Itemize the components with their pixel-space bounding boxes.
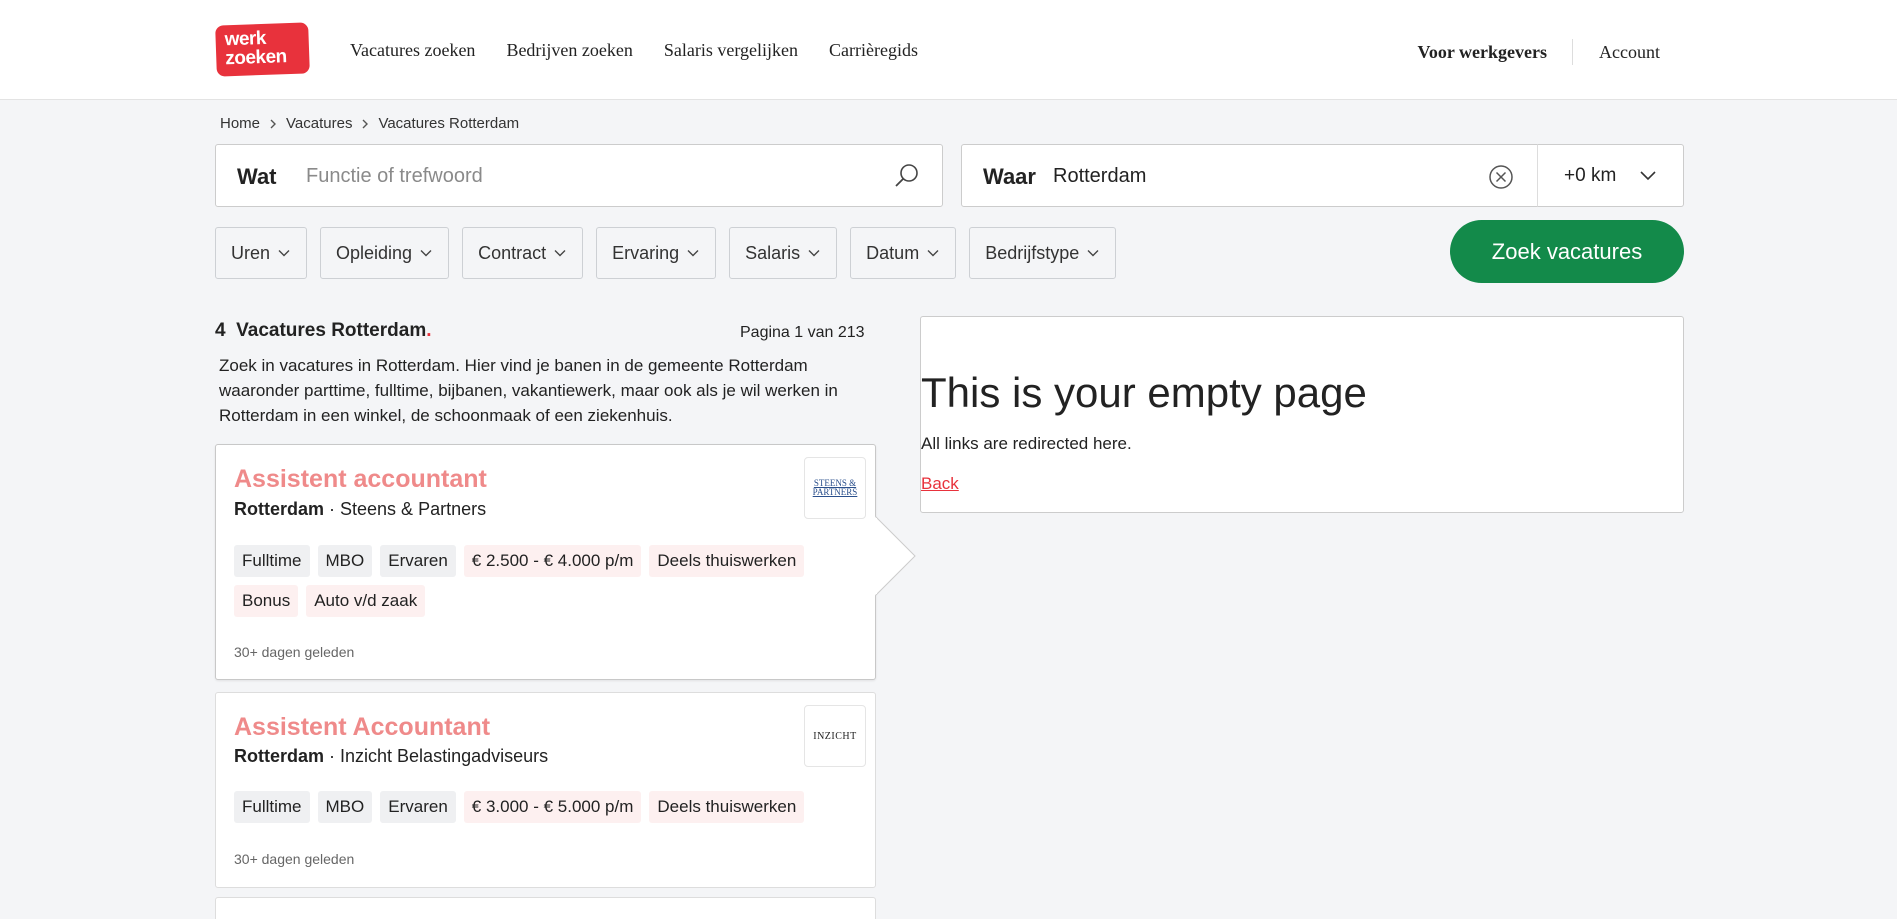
job-detail-panel: This is your empty page All links are re… — [920, 316, 1684, 513]
filter-datum[interactable]: Datum — [850, 227, 957, 279]
company-logo-text: INZICHT — [813, 730, 857, 742]
job-posted-date: 30+ dagen geleden — [234, 851, 355, 867]
filter-contract[interactable]: Contract — [462, 227, 584, 279]
page-info: Pagina 1 van 213 — [740, 324, 865, 341]
search-where-box: Waar — [961, 144, 1538, 207]
empty-page-title: This is your empty page — [921, 369, 1367, 416]
voor-werkgevers-link[interactable]: Voor werkgevers — [1418, 42, 1572, 63]
job-company: Inzicht Belastingadviseurs — [340, 746, 549, 766]
nav-bedrijven-zoeken[interactable]: Bedrijven zoeken — [506, 40, 632, 61]
filter-label: Contract — [478, 242, 547, 263]
tag: MBO — [317, 791, 373, 823]
account-link[interactable]: Account — [1599, 42, 1660, 63]
company-logo-text: STEENS & PARTNERS — [812, 478, 858, 497]
tag: Deels thuiswerken — [649, 791, 805, 823]
filter-label: Salaris — [745, 242, 801, 263]
chevron-right-icon — [270, 119, 277, 128]
results-intro: Zoek in vacatures in Rotterdam. Hier vin… — [219, 356, 838, 425]
job-card[interactable]: Assistent Accountant Rotterdam · Inzicht… — [215, 692, 876, 888]
site-header: werk zoeken Vacatures zoeken Bedrijven z… — [0, 0, 1897, 100]
chevron-down-icon — [554, 250, 566, 257]
breadcrumb-home[interactable]: Home — [220, 115, 260, 132]
filter-label: Uren — [231, 242, 271, 263]
job-posted-date: 30+ dagen geleden — [234, 644, 355, 660]
chevron-right-icon — [362, 119, 369, 128]
radius-select[interactable]: +0 km — [1537, 144, 1684, 207]
results-count: 4 — [215, 320, 226, 341]
results-heading: 4 Vacatures Rotterdam. — [215, 320, 432, 342]
chevron-down-icon — [1087, 250, 1099, 257]
chevron-down-icon — [808, 250, 820, 257]
werkzoeken-logo[interactable]: werk zoeken — [215, 22, 310, 77]
zoek-vacatures-button[interactable]: Zoek vacatures — [1450, 220, 1684, 283]
nav-carrieregids[interactable]: Carrièregids — [829, 40, 918, 61]
nav-salaris-vergelijken[interactable]: Salaris vergelijken — [664, 40, 798, 61]
job-meta: Rotterdam · Steens & Partners — [234, 499, 487, 519]
filter-bedrijfstype[interactable]: Bedrijfstype — [969, 227, 1117, 279]
results-title: Vacatures Rotterdam — [236, 320, 427, 341]
job-city: Rotterdam — [234, 746, 325, 766]
tag: € 3.000 - € 5.000 p/m — [463, 791, 642, 823]
tag: Auto v/d zaak — [306, 585, 426, 617]
filter-label: Opleiding — [336, 242, 413, 263]
header-right: Voor werkgevers Account — [1418, 39, 1660, 65]
heading-dot: . — [426, 320, 432, 341]
chevron-down-icon — [420, 250, 432, 257]
filter-bar: Uren Opleiding Contract Ervaring Salaris… — [215, 227, 1117, 279]
job-company: Steens & Partners — [340, 499, 487, 519]
filter-label: Bedrijfstype — [985, 242, 1080, 263]
job-city: Rotterdam — [234, 499, 325, 519]
company-logo: INZICHT — [804, 705, 866, 767]
breadcrumb-current: Vacatures Rotterdam — [378, 115, 520, 132]
tag: MBO — [317, 545, 373, 577]
clear-icon[interactable] — [1487, 163, 1515, 191]
filter-salaris[interactable]: Salaris — [729, 227, 838, 279]
filter-uren[interactable]: Uren — [215, 227, 308, 279]
company-logo: STEENS & PARTNERS — [804, 457, 866, 519]
search-where-label: Waar — [983, 164, 1036, 189]
job-meta: Rotterdam · Inzicht Belastingadviseurs — [234, 746, 549, 766]
chevron-down-icon — [687, 250, 699, 257]
tag: Ervaren — [380, 791, 456, 823]
main-nav: Vacatures zoeken Bedrijven zoeken Salari… — [350, 40, 918, 61]
filter-label: Datum — [866, 242, 920, 263]
chevron-down-icon — [927, 250, 939, 257]
tag: Deels thuiswerken — [649, 545, 805, 577]
filter-label: Ervaring — [612, 242, 680, 263]
filter-opleiding[interactable]: Opleiding — [320, 227, 450, 279]
tag: € 2.500 - € 4.000 p/m — [463, 545, 642, 577]
search-icon[interactable] — [892, 161, 922, 191]
search-what-box: Wat — [215, 144, 943, 207]
search-what-input[interactable] — [306, 155, 876, 197]
search-where-input[interactable] — [1053, 155, 1473, 197]
chevron-down-icon — [278, 250, 290, 257]
breadcrumb: Home Vacatures Vacatures Rotterdam — [220, 115, 519, 132]
logo-line-2: zoeken — [224, 46, 288, 70]
job-card[interactable] — [215, 897, 876, 919]
breadcrumb-vacatures[interactable]: Vacatures — [286, 115, 352, 132]
job-card[interactable]: Assistent accountant Rotterdam · Steens … — [215, 444, 876, 680]
empty-page-text: All links are redirected here. — [921, 434, 1132, 453]
job-tags: Fulltime MBO Ervaren € 2.500 - € 4.000 p… — [234, 545, 854, 617]
chevron-down-icon — [1640, 171, 1656, 181]
filter-ervaring[interactable]: Ervaring — [596, 227, 717, 279]
card-pointer-arrow — [875, 516, 916, 596]
tag: Fulltime — [234, 545, 310, 577]
job-title[interactable]: Assistent accountant — [234, 465, 487, 494]
tag: Fulltime — [234, 791, 310, 823]
nav-vacatures-zoeken[interactable]: Vacatures zoeken — [350, 40, 475, 61]
job-tags: Fulltime MBO Ervaren € 3.000 - € 5.000 p… — [234, 791, 854, 823]
back-link[interactable]: Back — [921, 474, 959, 494]
tag: Ervaren — [380, 545, 456, 577]
job-title[interactable]: Assistent Accountant — [234, 713, 490, 742]
tag: Bonus — [234, 585, 299, 617]
search-what-label: Wat — [237, 164, 277, 189]
radius-value: +0 km — [1564, 164, 1617, 186]
header-divider — [1572, 39, 1574, 65]
